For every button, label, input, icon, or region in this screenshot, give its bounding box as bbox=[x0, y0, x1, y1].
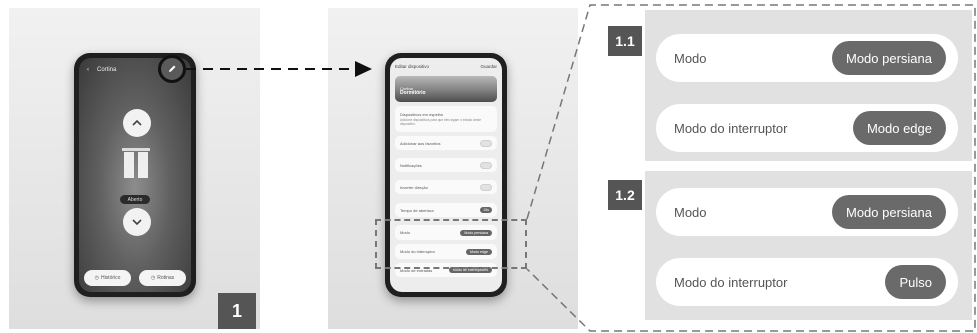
curtain-title: Cortina bbox=[97, 67, 117, 73]
edit-header: Editar dispositivo Guardar bbox=[390, 58, 502, 74]
s1-switch-mode-value-pill[interactable]: Modo edge bbox=[852, 111, 946, 145]
save-link[interactable]: Guardar bbox=[480, 64, 497, 69]
notifications-row[interactable]: Notificações bbox=[395, 158, 497, 172]
curtain-icon bbox=[122, 148, 150, 178]
s2-switch-mode-label: Modo do interruptor bbox=[674, 274, 788, 290]
s1-mode-label: Modo bbox=[674, 50, 707, 66]
s2-switch-mode-value-pill[interactable]: Pulso bbox=[885, 265, 946, 299]
routines-button[interactable]: ◷ Rotinas bbox=[139, 270, 186, 286]
s1-switch-mode-label: Modo do interruptor bbox=[674, 120, 788, 136]
device-photo[interactable]: Cortina Dormitório bbox=[395, 76, 497, 102]
mirror-description: Adicione dispositivos para que eles siga… bbox=[400, 118, 481, 126]
history-label: Histórico bbox=[100, 275, 121, 281]
history-button[interactable]: ◷ Histórico bbox=[84, 270, 131, 286]
chevron-up-icon bbox=[132, 119, 142, 126]
step-badge: 1 bbox=[218, 293, 256, 329]
chevron-down-icon bbox=[132, 219, 142, 226]
clock-icon: ◷ bbox=[150, 275, 156, 281]
curtain-topbar: ‹ Cortina bbox=[87, 67, 116, 73]
opening-time-label: Tempo de abertura bbox=[400, 207, 434, 213]
favorites-row[interactable]: Adicionar aos favoritos bbox=[395, 136, 497, 150]
opening-time-row[interactable]: Tempo de abertura 15s bbox=[395, 203, 497, 217]
invert-label: Inverter direção bbox=[400, 184, 428, 190]
curtain-screen: ‹ Cortina Aberto ◷ Histórico ◷ Rotinas bbox=[79, 58, 191, 292]
invert-direction-row[interactable]: Inverter direção bbox=[395, 180, 497, 194]
section-badge-1: 1.1 bbox=[608, 26, 642, 56]
back-icon[interactable]: ‹ bbox=[87, 67, 89, 73]
s1-switch-mode-row[interactable]: Modo do interruptor Modo edge bbox=[656, 104, 958, 152]
pencil-icon bbox=[169, 65, 176, 72]
s2-mode-row[interactable]: Modo Modo persiana bbox=[656, 188, 958, 236]
s1-mode-value-pill[interactable]: Modo persiana bbox=[832, 41, 946, 75]
clock-icon: ◷ bbox=[94, 275, 99, 281]
highlight-box bbox=[375, 219, 527, 269]
notifications-toggle[interactable] bbox=[480, 161, 492, 169]
opening-time-value[interactable]: 15s bbox=[480, 207, 492, 213]
close-curtain-button[interactable] bbox=[123, 208, 151, 236]
favorites-toggle[interactable] bbox=[480, 139, 492, 147]
section-badge-2: 1.2 bbox=[608, 180, 642, 210]
s2-mode-value-pill[interactable]: Modo persiana bbox=[832, 195, 946, 229]
phone-curtain-screen: ‹ Cortina Aberto ◷ Histórico ◷ Rotinas bbox=[74, 53, 196, 297]
s2-switch-mode-row[interactable]: Modo do interruptor Pulso bbox=[656, 258, 958, 306]
s1-mode-row[interactable]: Modo Modo persiana bbox=[656, 34, 958, 82]
notifications-label: Notificações bbox=[400, 162, 422, 168]
mirror-title: Dispositivos em espelho bbox=[400, 112, 444, 117]
photo-caption-main: Dormitório bbox=[400, 90, 426, 96]
curtain-state-badge: Aberto bbox=[120, 195, 150, 204]
mirror-devices-card[interactable]: Dispositivos em espelho Adicione disposi… bbox=[395, 106, 497, 132]
routines-label: Rotinas bbox=[157, 275, 175, 281]
edit-button[interactable] bbox=[158, 55, 186, 83]
edit-title: Editar dispositivo bbox=[395, 63, 430, 69]
favorites-label: Adicionar aos favoritos bbox=[400, 140, 441, 146]
s2-mode-label: Modo bbox=[674, 204, 707, 220]
invert-toggle[interactable] bbox=[480, 183, 492, 191]
open-curtain-button[interactable] bbox=[123, 109, 151, 137]
